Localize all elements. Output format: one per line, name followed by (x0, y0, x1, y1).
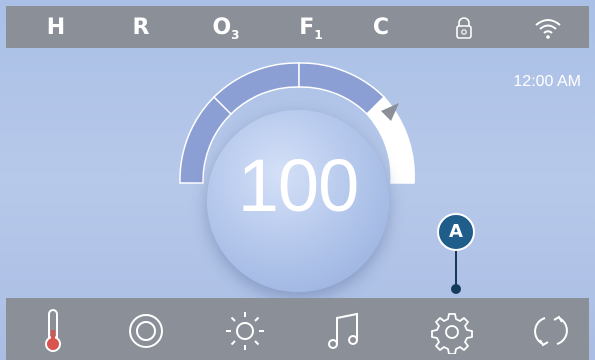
indicator-c: C (372, 15, 390, 40)
jets-icon[interactable] (123, 308, 169, 354)
indicator-heater: H (46, 15, 66, 40)
music-icon[interactable] (323, 308, 369, 354)
light-icon[interactable] (222, 308, 268, 354)
callout-dot (451, 284, 461, 294)
callout-badge-a: A (437, 213, 475, 251)
indicator-ozone: O3 (212, 15, 240, 42)
gauge-segment-3 (298, 62, 386, 116)
indicator-r: R (132, 15, 150, 40)
lock-icon[interactable] (451, 15, 477, 41)
clock: 12:00 AM (513, 73, 581, 90)
gauge-segment-2 (212, 62, 300, 116)
thermometer-icon[interactable] (30, 308, 76, 354)
callout-line (455, 245, 457, 287)
status-bar: H R O3 F1 C (6, 6, 589, 48)
refresh-icon[interactable] (528, 308, 574, 354)
settings-icon[interactable] (429, 308, 475, 354)
wifi-icon[interactable] (533, 15, 563, 41)
bottom-nav (6, 298, 589, 360)
spa-control-screen: H R O3 F1 C 12:00 AM 100 A (0, 0, 595, 360)
indicator-filter: F1 (299, 15, 323, 42)
temperature-value: 100 (237, 144, 359, 227)
